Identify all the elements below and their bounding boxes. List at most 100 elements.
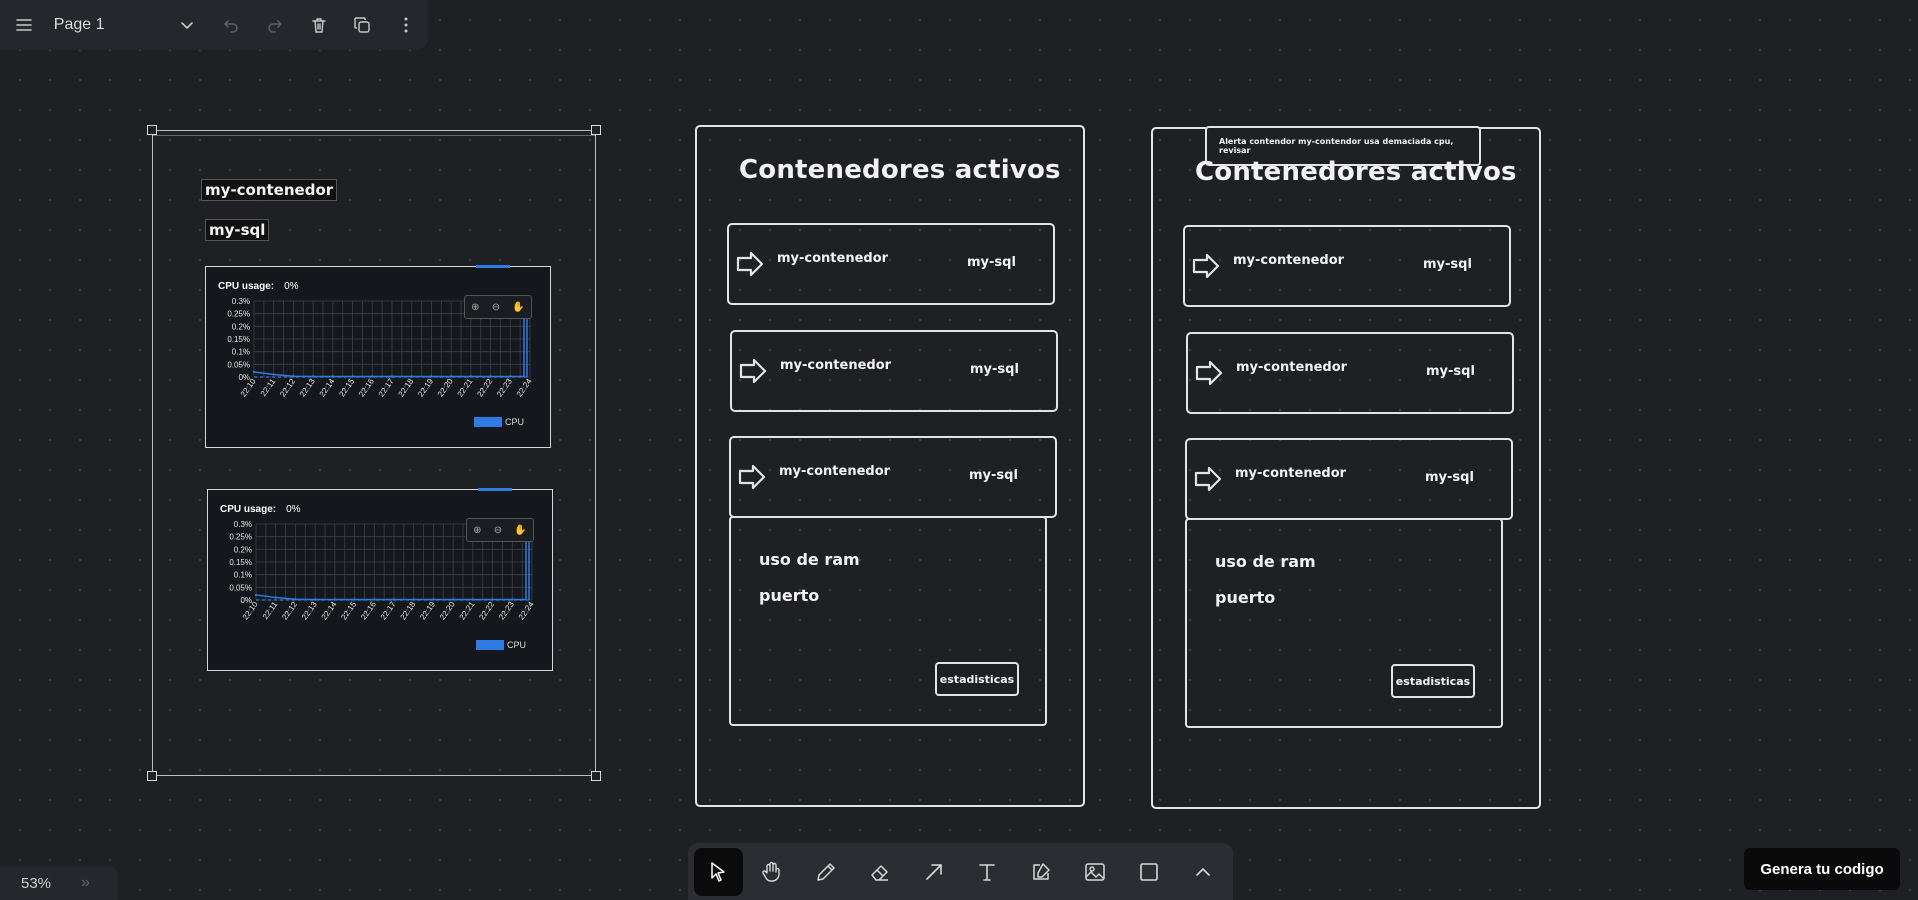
cpu-data-point xyxy=(311,375,315,378)
cpu-data-point xyxy=(449,375,453,378)
cpu-series-line xyxy=(255,538,530,601)
hand-icon[interactable] xyxy=(748,848,797,896)
cpu-series-line xyxy=(253,315,528,378)
x-tick-label: 22:18 xyxy=(396,377,415,399)
frame-inner-line xyxy=(153,135,595,136)
image-icon[interactable] xyxy=(1071,848,1120,896)
x-tick-label: 22:19 xyxy=(418,600,437,622)
page-menu-bar: Page 1 xyxy=(0,0,428,50)
y-tick-label: 0.15% xyxy=(229,558,252,567)
phone-mockup-2[interactable]: Alerta contendor my-contendor usa demaci… xyxy=(1151,126,1541,809)
cpu-data-point xyxy=(272,373,275,376)
x-tick-label: 22:23 xyxy=(495,377,514,399)
legend-swatch xyxy=(476,640,504,650)
arrow-right-icon xyxy=(1192,253,1220,279)
port-label: puerto xyxy=(759,586,820,605)
x-tick-label: 22:12 xyxy=(280,600,299,622)
zoom-out-icon[interactable]: ⊖ xyxy=(492,302,500,313)
arrow-right-icon xyxy=(1194,466,1222,492)
container-row[interactable]: my-contenedor my-sql xyxy=(727,223,1055,305)
cpu-data-point xyxy=(373,598,376,601)
selected-frame[interactable]: my-contenedor my-sql CPU usage: 0% 0.3% 0.… xyxy=(147,125,601,781)
generate-code-button[interactable]: Genera tu codigo xyxy=(1744,848,1900,890)
legend-swatch xyxy=(474,417,502,427)
cpu-data-point xyxy=(509,375,512,378)
resize-handle-bl[interactable] xyxy=(147,771,157,781)
y-tick-label: 0.15% xyxy=(227,335,250,344)
x-tick-label: 22:11 xyxy=(261,600,280,622)
y-tick-label: 0.05% xyxy=(227,360,250,369)
trash-icon[interactable] xyxy=(297,3,341,47)
note-icon[interactable] xyxy=(1017,848,1066,896)
main-menu-icon[interactable] xyxy=(2,3,46,47)
container-row[interactable]: my-contenedor my-sql xyxy=(1185,438,1513,520)
x-tick-label: 22:15 xyxy=(337,377,356,399)
stats-button[interactable]: estadisticas xyxy=(935,662,1019,696)
eraser-icon[interactable] xyxy=(855,848,904,896)
resize-handle-tr[interactable] xyxy=(591,125,601,135)
container-row[interactable]: my-contenedor my-sql xyxy=(1183,225,1511,307)
container-detail-panel: uso de ram puerto estadisticas xyxy=(729,516,1047,726)
cpu-data-point xyxy=(252,370,256,374)
zoom-in-icon[interactable]: ⊕ xyxy=(473,525,481,536)
cpu-data-point xyxy=(371,375,374,378)
y-tick-label: 0.2% xyxy=(234,545,252,554)
rectangle-icon[interactable] xyxy=(1124,848,1173,896)
chevron-down-icon[interactable] xyxy=(165,3,209,47)
x-tick-label: 22:17 xyxy=(377,377,396,399)
x-tick-label: 22:14 xyxy=(318,377,337,399)
cpu-chart-1: CPU usage: 0% 0.3% 0.25% 0.2% 0.15% 0.1% 0.05%… xyxy=(205,265,551,448)
arrow-right-icon xyxy=(1195,360,1223,386)
page-name[interactable]: Page 1 xyxy=(54,16,165,34)
container-row[interactable]: my-contenedor my-sql xyxy=(730,330,1058,412)
arrow-right-icon xyxy=(738,464,766,490)
x-tick-label: 22:20 xyxy=(436,377,455,399)
container-row[interactable]: my-contenedor my-sql xyxy=(729,436,1057,518)
zoom-out-icon[interactable]: ⊖ xyxy=(494,525,502,536)
phone-title: Contenedores activos xyxy=(739,155,1061,185)
zoom-in-icon[interactable]: ⊕ xyxy=(471,302,479,313)
container-db: my-sql xyxy=(1425,470,1474,485)
zoom-indicator[interactable]: 53% » xyxy=(0,866,118,900)
chart-legend: CPU xyxy=(476,640,526,650)
x-tick-label: 22:22 xyxy=(475,377,494,399)
phone-mockup-1[interactable]: Contenedores activos my-contenedor my-sq… xyxy=(695,125,1085,807)
pan-icon[interactable]: ✋ xyxy=(512,302,524,313)
chart-zoom-controls[interactable]: ⊕ ⊖ ✋ xyxy=(466,518,534,542)
text-icon[interactable] xyxy=(963,848,1012,896)
redo-icon[interactable] xyxy=(253,3,297,47)
container-row[interactable]: my-contenedor my-sql xyxy=(1186,332,1514,414)
cpu-data-point xyxy=(313,598,317,601)
phone-title: Contenedores activos xyxy=(1195,157,1517,187)
pencil-icon[interactable] xyxy=(802,848,851,896)
double-chevron-right-icon[interactable]: » xyxy=(81,874,90,892)
y-tick-label: 0.2% xyxy=(232,322,250,331)
x-tick-label: 22:23 xyxy=(497,600,516,622)
x-tick-label: 22:24 xyxy=(515,377,534,399)
y-tick-label: 0.1% xyxy=(234,571,252,580)
arrow-right-icon xyxy=(739,358,767,384)
chevron-up-icon[interactable] xyxy=(1178,848,1227,896)
pan-icon[interactable]: ✋ xyxy=(514,525,526,536)
resize-handle-br[interactable] xyxy=(591,771,601,781)
select-icon[interactable] xyxy=(694,847,743,896)
x-tick-label: 22:14 xyxy=(320,600,339,622)
chart-zoom-controls[interactable]: ⊕ ⊖ ✋ xyxy=(464,295,532,319)
x-tick-label: 22:22 xyxy=(477,600,496,622)
stats-button[interactable]: estadisticas xyxy=(1391,664,1475,698)
more-options-icon[interactable] xyxy=(384,3,428,47)
arrow-right-icon xyxy=(736,251,764,277)
x-tick-label: 22:19 xyxy=(416,377,435,399)
cpu-data-point xyxy=(254,593,258,597)
resize-handle-tl[interactable] xyxy=(147,125,157,135)
arrow-icon[interactable] xyxy=(909,848,958,896)
x-tick-label: 22:21 xyxy=(456,377,475,399)
x-tick-label: 22:20 xyxy=(438,600,457,622)
duplicate-icon[interactable] xyxy=(340,3,384,47)
x-tick-label: 22:16 xyxy=(357,377,376,399)
y-tick-label: 0.3% xyxy=(232,297,250,306)
undo-icon[interactable] xyxy=(209,3,253,47)
y-tick-label: 0.05% xyxy=(229,583,252,592)
drawing-toolbar xyxy=(688,843,1233,900)
container-db: my-sql xyxy=(1426,364,1475,379)
